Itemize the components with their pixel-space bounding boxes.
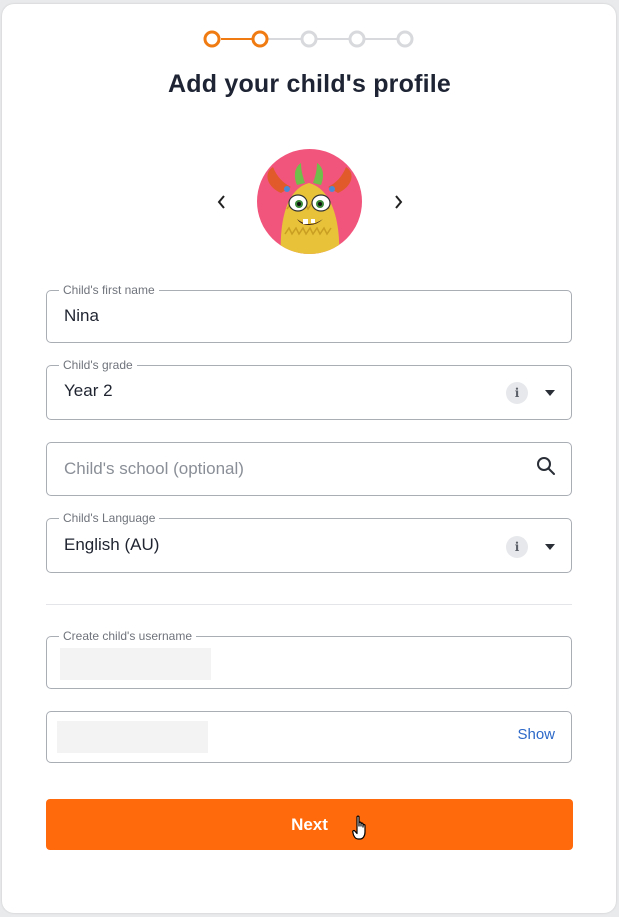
search-icon[interactable]: [536, 456, 556, 476]
chevron-right-icon: [395, 195, 403, 209]
school-search-field[interactable]: Child's school (optional): [46, 442, 572, 496]
step-4-dot: [348, 30, 366, 48]
grade-value: Year 2: [64, 381, 113, 400]
dropdown-caret-icon: [545, 544, 555, 550]
avatar: [257, 149, 362, 254]
section-divider: [46, 604, 572, 605]
first-name-field[interactable]: Child's first name Nina: [46, 283, 572, 343]
monster-avatar-icon: [267, 163, 352, 254]
step-3-dot: [300, 30, 318, 48]
hand-cursor-icon: [352, 815, 366, 840]
show-password-button[interactable]: Show: [517, 726, 555, 743]
chevron-left-icon: [217, 195, 225, 209]
stepper-graphic: [203, 30, 414, 48]
step-1-dot: [203, 30, 221, 48]
next-button[interactable]: Next: [46, 799, 573, 850]
redacted-password: [57, 721, 208, 753]
step-2-dot: [251, 30, 269, 48]
username-field[interactable]: Create child's username: [46, 629, 572, 689]
info-icon[interactable]: i: [506, 382, 528, 404]
page-title: Add your child's profile: [168, 70, 451, 98]
username-label: Create child's username: [59, 629, 197, 643]
progress-stepper: [0, 0, 619, 80]
language-select[interactable]: Child's Language English (AU) i: [46, 511, 572, 573]
previous-avatar-button[interactable]: [212, 192, 232, 212]
password-field[interactable]: Show: [46, 711, 572, 763]
next-avatar-button[interactable]: [388, 192, 408, 212]
school-placeholder: Child's school (optional): [64, 459, 244, 478]
first-name-value: Nina: [64, 306, 99, 325]
step-5-dot: [396, 30, 414, 48]
info-icon[interactable]: i: [506, 536, 528, 558]
language-value: English (AU): [64, 535, 160, 554]
redacted-username: [60, 648, 211, 680]
dropdown-caret-icon: [545, 390, 555, 396]
grade-select[interactable]: Child's grade Year 2 i: [46, 358, 572, 420]
grade-label: Child's grade: [59, 358, 137, 372]
language-label: Child's Language: [59, 511, 160, 525]
first-name-label: Child's first name: [59, 283, 159, 297]
